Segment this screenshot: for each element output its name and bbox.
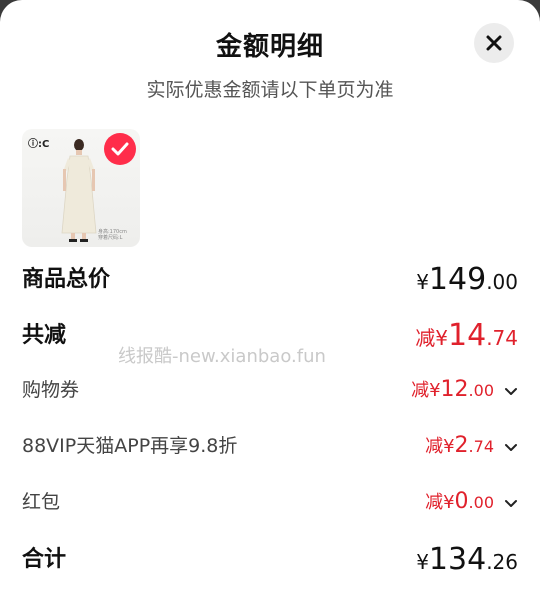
close-icon [486, 35, 502, 51]
row-amount: 减¥12.00 [411, 372, 518, 409]
close-button[interactable] [474, 23, 514, 63]
row-label: 商品总价 [22, 267, 111, 292]
price-detail-sheet: 金额明细 实际优惠金额请以下单页为准 ⓘ:C 身高:170cm 穿着尺码:L 商… [0, 0, 540, 600]
row-label: 共减 [22, 323, 67, 348]
check-icon [111, 142, 129, 156]
row-amount: ¥149.00 [416, 262, 518, 297]
chevron-down-icon[interactable] [504, 443, 518, 453]
row-label: 合计 [22, 547, 67, 572]
chevron-down-icon[interactable] [504, 499, 518, 509]
row-amount: 减¥2.74 [425, 428, 518, 465]
row-88vip[interactable]: 88VIP天猫APP再享9.8折 减¥2.74 [22, 428, 518, 464]
row-subtotal: 商品总价 ¥149.00 [22, 262, 518, 298]
selected-check-badge[interactable] [104, 133, 136, 165]
row-coupon[interactable]: 购物券 减¥12.00 [22, 372, 518, 408]
row-amount: ¥134.26 [416, 542, 518, 577]
sheet-title: 金额明细 [215, 32, 324, 62]
watermark-text: 线报酷-new.xianbao.fun [118, 346, 326, 367]
row-label: 购物券 [22, 379, 80, 401]
row-label: 88VIP天猫APP再享9.8折 [22, 435, 238, 457]
row-amount: 减¥14.74 [415, 318, 518, 353]
row-amount: 减¥0.00 [425, 484, 518, 521]
chevron-down-icon[interactable] [504, 387, 518, 397]
row-grand-total: 合计 ¥134.26 [22, 542, 518, 578]
row-red-packet[interactable]: 红包 减¥0.00 [22, 484, 518, 520]
row-label: 红包 [22, 491, 61, 513]
model-size-caption: 身高:170cm 穿着尺码:L [98, 229, 127, 241]
sheet-subtitle: 实际优惠金额请以下单页为准 [146, 79, 394, 101]
